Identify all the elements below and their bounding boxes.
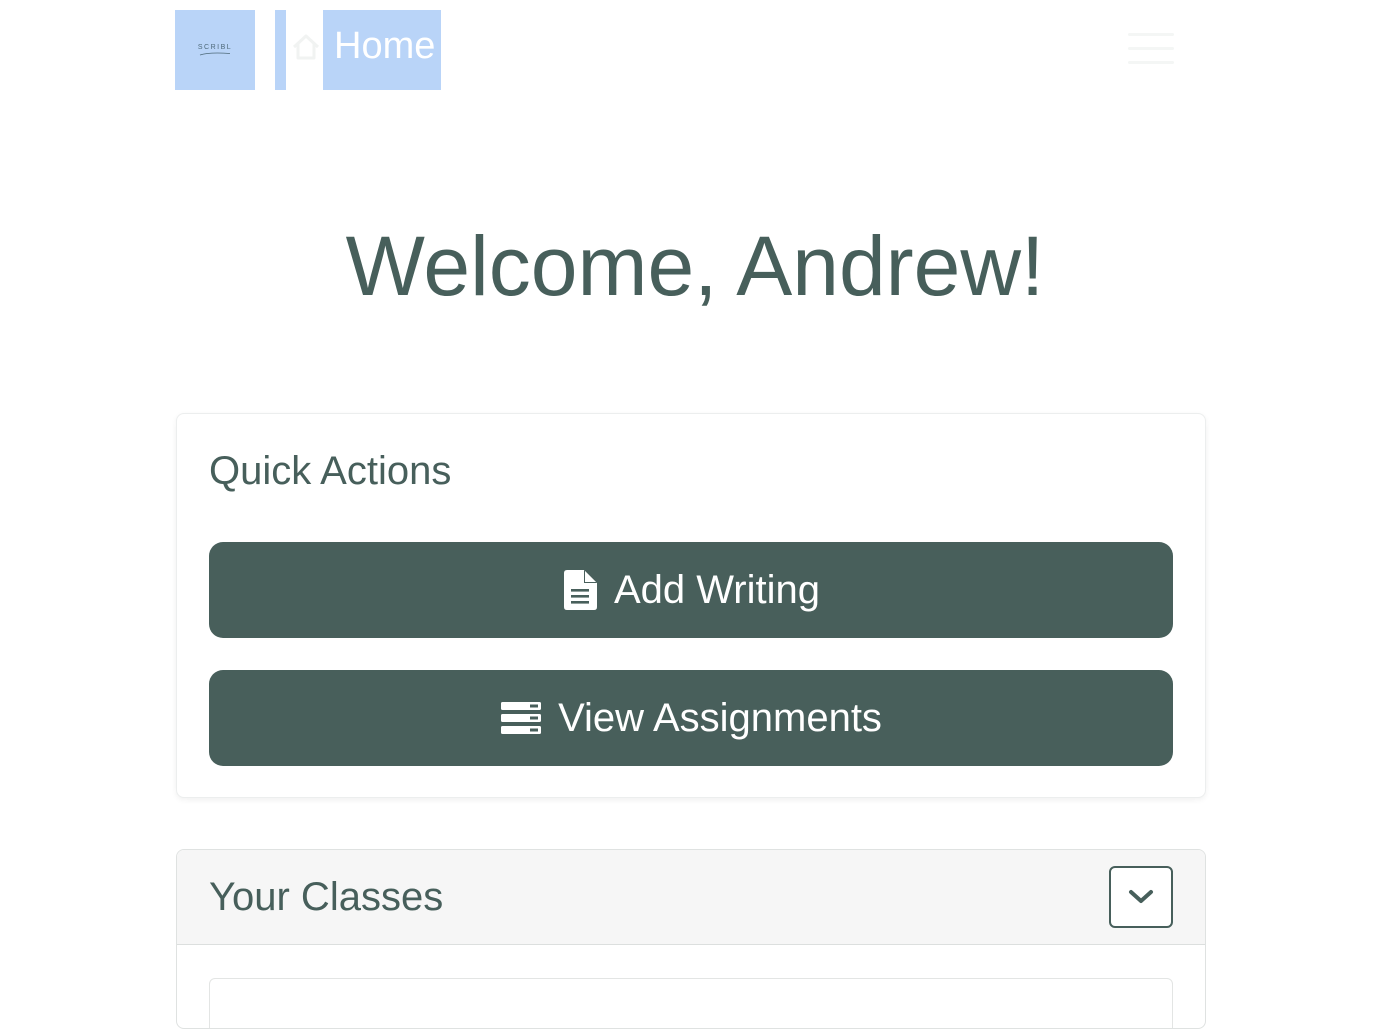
hamburger-menu-icon[interactable] (1125, 29, 1177, 69)
your-classes-header: Your Classes (177, 850, 1205, 945)
logo-swoosh-icon (199, 52, 231, 56)
your-classes-title: Your Classes (209, 875, 444, 919)
navbar: SCRIBL Home (175, 10, 1180, 90)
add-writing-button[interactable]: Add Writing (209, 542, 1173, 638)
your-classes-card: Your Classes (176, 849, 1206, 1029)
list-icon (501, 702, 542, 734)
navbar-divider (275, 10, 286, 90)
class-list-item[interactable] (209, 978, 1173, 1028)
logo[interactable]: SCRIBL (175, 10, 255, 90)
view-assignments-button[interactable]: View Assignments (209, 670, 1173, 766)
view-assignments-label: View Assignments (558, 696, 882, 740)
add-writing-label: Add Writing (613, 568, 820, 612)
file-text-icon (563, 570, 597, 610)
welcome-heading: Welcome, Andrew! (345, 219, 1045, 313)
quick-actions-card: Quick Actions Add Writing View Assignmen… (176, 413, 1206, 798)
home-icon (292, 34, 320, 60)
logo-text: SCRIBL (197, 44, 233, 51)
chevron-down-icon (1129, 890, 1153, 903)
collapse-classes-button[interactable] (1109, 866, 1173, 928)
quick-actions-title: Quick Actions (209, 449, 452, 493)
nav-home-link[interactable]: Home (323, 10, 441, 90)
